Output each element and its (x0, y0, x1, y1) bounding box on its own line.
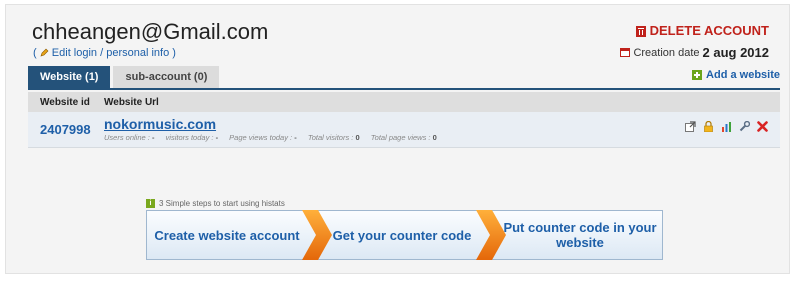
website-id[interactable]: 2407998 (40, 122, 91, 137)
delete-account-button[interactable]: DELETE ACCOUNT (635, 23, 769, 38)
calendar-icon (620, 48, 631, 57)
wrench-icon[interactable] (739, 119, 751, 132)
website-url-link[interactable]: nokormusic.com (104, 116, 216, 132)
lock-icon[interactable] (703, 119, 714, 133)
step-get-counter-code[interactable]: Get your counter code (322, 210, 482, 260)
users-online-label: Users online : (104, 133, 150, 142)
tab-bar: Website (1) sub-account (0) (28, 66, 222, 88)
edit-login-link[interactable]: Edit login / personal info (52, 47, 169, 59)
plus-icon (692, 70, 703, 80)
pencil-icon (40, 48, 49, 57)
table-row: 2407998 nokormusic.com Users online : - … (28, 112, 780, 148)
tab-sub-account[interactable]: sub-account (0) (113, 66, 220, 88)
add-website-label: Add a website (706, 69, 780, 81)
visitors-today-value: - (215, 133, 219, 142)
trash-icon (635, 25, 646, 37)
steps-title: 3 Simple steps to start using histats (159, 199, 285, 208)
edit-paren-close: ) (172, 47, 176, 59)
edit-paren-open: ( (33, 47, 37, 59)
row-actions (685, 119, 768, 133)
table-header: Website id Website Url (28, 92, 780, 112)
creation-date: Creation date 2 aug 2012 (620, 45, 769, 60)
creation-date-label: Creation date (633, 46, 700, 59)
delete-account-label: DELETE ACCOUNT (649, 23, 769, 38)
website-stats: Users online : - visitors today : - Page… (104, 133, 437, 142)
page-views-today-label: Page views today : (229, 133, 293, 142)
column-header-url: Website Url (104, 96, 159, 108)
creation-date-value: 2 aug 2012 (702, 45, 770, 60)
users-online-value: - (151, 133, 155, 142)
account-email: chheangen@Gmail.com (32, 19, 269, 44)
step-put-counter-code[interactable]: Put counter code in your website (502, 210, 658, 260)
column-header-id: Website id (40, 96, 90, 108)
page-views-today-value: - (294, 133, 297, 142)
edit-login-line: ( Edit login / personal info ) (33, 47, 176, 59)
total-visitors-value: 0 (355, 133, 360, 142)
external-link-icon[interactable] (685, 119, 696, 132)
chart-icon[interactable] (721, 119, 732, 132)
steps-heading: i 3 Simple steps to start using histats (146, 199, 285, 208)
tab-website[interactable]: Website (1) (28, 66, 111, 88)
total-visitors-label: Total visitors : (307, 133, 354, 142)
step-create-account[interactable]: Create website account (146, 210, 308, 260)
steps-banner: Create website account Get your counter … (146, 210, 663, 260)
total-page-views-label: Total page views : (370, 133, 431, 142)
info-icon: i (146, 199, 155, 208)
add-website-button[interactable]: Add a website (692, 69, 780, 81)
visitors-today-label: visitors today : (165, 133, 214, 142)
total-page-views-value: 0 (432, 133, 437, 142)
delete-icon[interactable] (757, 119, 768, 132)
tab-underline (28, 88, 780, 90)
